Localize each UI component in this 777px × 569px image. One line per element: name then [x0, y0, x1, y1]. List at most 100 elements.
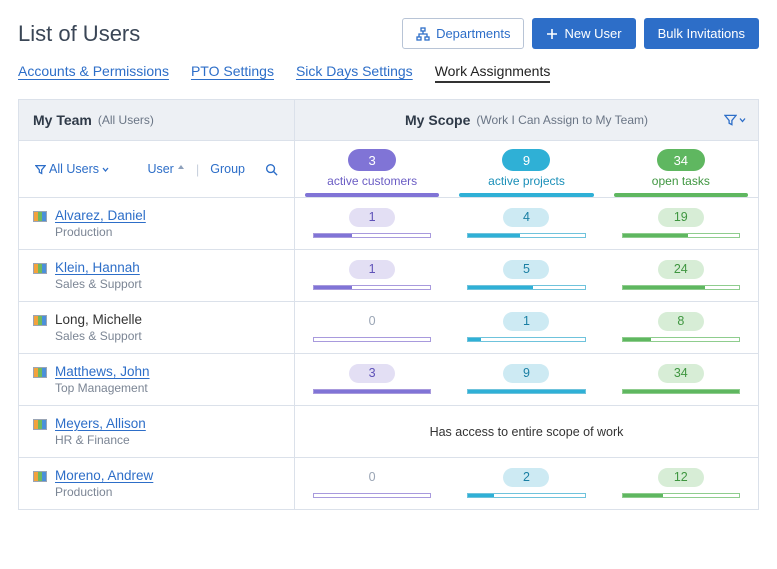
projects-bar [459, 193, 593, 197]
user-department: Sales & Support [55, 329, 142, 343]
tab-work-assignments[interactable]: Work Assignments [435, 63, 551, 83]
search-button[interactable] [261, 161, 282, 178]
metric-bar [313, 285, 431, 290]
metric-customers[interactable]: 1 [295, 200, 449, 248]
user-department: Sales & Support [55, 277, 142, 291]
user-permissions-icon [33, 471, 47, 482]
tab-pto-settings[interactable]: PTO Settings [191, 63, 274, 83]
metric-tasks[interactable]: 34 [604, 356, 758, 404]
metric-bar [467, 337, 585, 342]
bulk-invitations-button-label: Bulk Invitations [658, 26, 745, 41]
metric-bar [313, 337, 431, 342]
tab-accounts-permissions[interactable]: Accounts & Permissions [18, 63, 169, 83]
tab-sick-days-settings[interactable]: Sick Days Settings [296, 63, 413, 83]
user-cell: Alvarez, Daniel Production [19, 198, 295, 249]
user-cell: Klein, Hannah Sales & Support [19, 250, 295, 301]
metric-value: 3 [349, 364, 395, 383]
metric-customers[interactable]: 0 [295, 304, 449, 352]
summary-row: 3 active customers 9 active projects 34 … [295, 141, 758, 197]
metric-bar [467, 285, 585, 290]
summary-projects[interactable]: 9 active projects [449, 141, 603, 197]
metric-bar [622, 493, 740, 498]
tasks-bar [614, 193, 748, 197]
my-scope-title: My Scope [405, 112, 470, 128]
user-metrics: 3 934 [295, 354, 758, 405]
funnel-icon [35, 164, 46, 175]
my-team-header: My Team (All Users) [19, 100, 295, 140]
metric-value: 1 [503, 312, 549, 331]
user-name-link[interactable]: Alvarez, Daniel [55, 208, 146, 223]
metric-projects[interactable]: 5 [449, 252, 603, 300]
my-team-title: My Team [33, 112, 92, 128]
search-icon [265, 163, 278, 176]
summary-customers[interactable]: 3 active customers [295, 141, 449, 197]
summary-tasks[interactable]: 34 open tasks [604, 141, 758, 197]
metric-tasks[interactable]: 24 [604, 252, 758, 300]
metric-projects[interactable]: 1 [449, 304, 603, 352]
metric-value: 1 [349, 260, 395, 279]
full-access-note: Has access to entire scope of work [295, 407, 758, 457]
user-permissions-icon [33, 367, 47, 378]
user-row: Klein, HannahSales & Support1524 [19, 250, 758, 302]
metric-tasks[interactable]: 12 [604, 460, 758, 508]
plus-icon [546, 28, 558, 40]
my-scope-header: My Scope (Work I Can Assign to My Team) [295, 100, 758, 140]
user-metrics: 0 2 12 [295, 458, 758, 509]
user-department: Top Management [55, 381, 150, 395]
user-cell: Matthews, John Top Management [19, 354, 295, 405]
user-row: Meyers, Allison HR & Finance Has access to… [19, 406, 758, 458]
user-name-link[interactable]: Matthews, John [55, 364, 150, 379]
user-department: Production [55, 485, 153, 499]
user-name-link: Long, Michelle [55, 312, 142, 327]
user-metrics: 0 1 8 [295, 302, 758, 353]
tasks-count-pill: 34 [657, 149, 705, 171]
user-metrics: 1524 [295, 250, 758, 301]
assignments-grid: My Team (All Users) My Scope (Work I Can… [18, 99, 759, 510]
user-metrics: 1 4 19 [295, 198, 758, 249]
metric-projects[interactable]: 9 [449, 356, 603, 404]
metric-bar [622, 233, 740, 238]
customers-count-pill: 3 [348, 149, 396, 171]
all-users-label: All Users [49, 162, 99, 176]
metric-tasks[interactable]: 19 [604, 200, 758, 248]
metric-projects[interactable]: 4 [449, 200, 603, 248]
metric-value: 5 [503, 260, 549, 279]
metric-customers[interactable]: 1 [295, 252, 449, 300]
departments-button[interactable]: Departments [402, 18, 524, 49]
sort-user-label: User [147, 162, 173, 176]
metric-value: 19 [658, 208, 704, 227]
metric-bar [313, 233, 431, 238]
chevron-down-icon [102, 166, 109, 173]
header-buttons: Departments New User Bulk Invitations [402, 18, 759, 49]
scope-filter-button[interactable] [724, 114, 746, 127]
metric-value: 8 [658, 312, 704, 331]
user-department: HR & Finance [55, 433, 146, 447]
user-cell: Long, Michelle Sales & Support [19, 302, 295, 353]
user-department: Production [55, 225, 146, 239]
customers-bar [305, 193, 439, 197]
page-title: List of Users [18, 21, 140, 47]
customers-label: active customers [327, 174, 417, 188]
my-scope-subtitle: (Work I Can Assign to My Team) [476, 113, 648, 127]
metric-value: 4 [503, 208, 549, 227]
bulk-invitations-button[interactable]: Bulk Invitations [644, 18, 759, 49]
user-name-link[interactable]: Meyers, Allison [55, 416, 146, 431]
sort-user-button[interactable]: User [143, 160, 188, 178]
metric-customers[interactable]: 0 [295, 460, 449, 508]
metric-value: 0 [349, 312, 395, 331]
sort-group-button[interactable]: Group [206, 160, 249, 178]
metric-tasks[interactable]: 8 [604, 304, 758, 352]
all-users-filter[interactable]: All Users [31, 160, 113, 178]
metric-value: 2 [503, 468, 549, 487]
sort-group-label: Group [210, 162, 245, 176]
departments-button-label: Departments [436, 26, 510, 41]
toolbar-divider: | [196, 162, 199, 177]
new-user-button[interactable]: New User [532, 18, 635, 49]
user-name-link[interactable]: Klein, Hannah [55, 260, 142, 275]
metric-projects[interactable]: 2 [449, 460, 603, 508]
user-row: Alvarez, Daniel Production 1 4 19 [19, 198, 758, 250]
metric-customers[interactable]: 3 [295, 356, 449, 404]
user-name-link[interactable]: Moreno, Andrew [55, 468, 153, 483]
sort-icon [177, 165, 185, 174]
metric-value: 0 [349, 468, 395, 487]
